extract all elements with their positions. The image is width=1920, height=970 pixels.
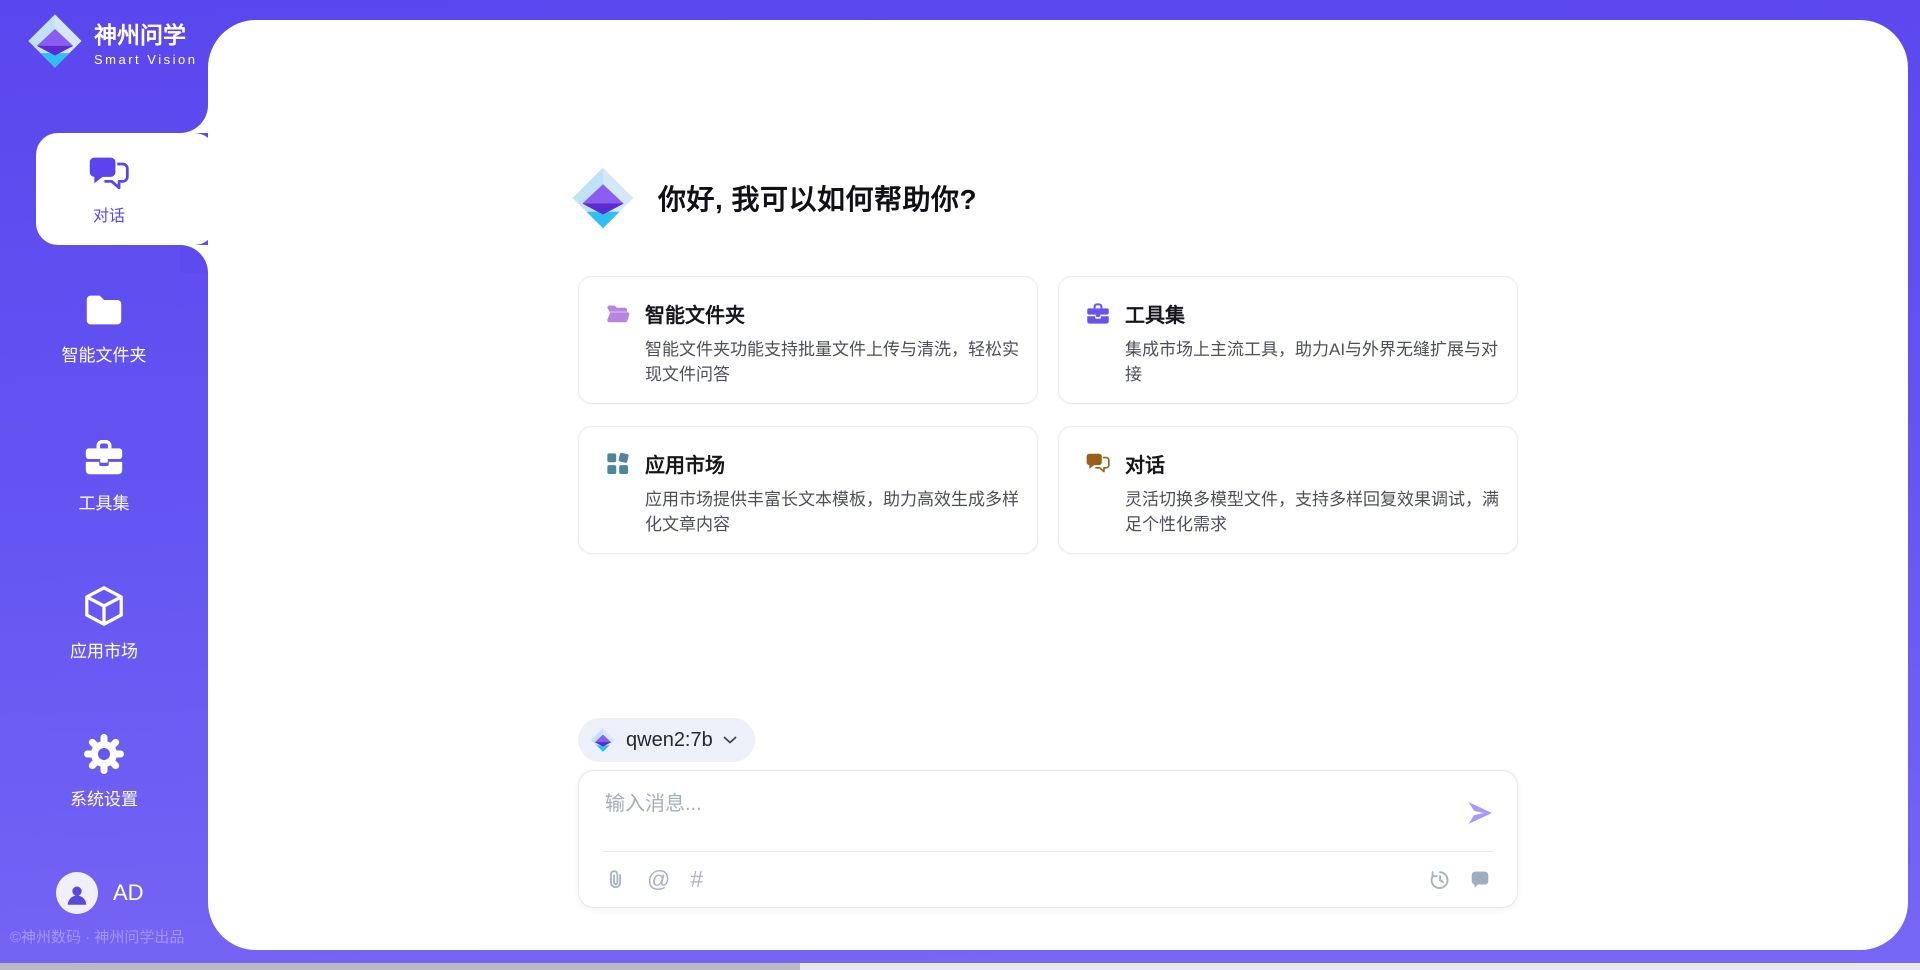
sidebar-item-chat[interactable]: 对话: [36, 133, 216, 245]
card-toolset[interactable]: 工具集 集成市场上主流工具，助力AI与外界无缝扩展与对接: [1058, 276, 1518, 404]
card-smart-folder[interactable]: 智能文件夹 智能文件夹功能支持批量文件上传与清洗，轻松实现文件问答: [578, 276, 1038, 404]
tab-connector-top: [180, 105, 208, 133]
greeting-text: 你好, 我可以如何帮助你?: [658, 178, 977, 218]
card-description: 智能文件夹功能支持批量文件上传与清洗，轻松实现文件问答: [645, 338, 1019, 387]
greeting-row: 你好, 我可以如何帮助你?: [570, 158, 977, 238]
chat-bubble-icon: [1469, 868, 1491, 890]
app-root: { "app": { "brand_name": "神州问学", "brand_…: [0, 0, 1920, 970]
history-icon: [1428, 868, 1451, 891]
card-description: 集成市场上主流工具，助力AI与外界无缝扩展与对接: [1125, 338, 1499, 387]
card-description: 应用市场提供丰富长文本模板，助力高效生成多样化文章内容: [645, 488, 1019, 537]
copyright-text: ©神州数码 · 神州问学出品: [10, 926, 184, 947]
card-title: 智能文件夹: [645, 299, 745, 328]
composer-toolbar: @ #: [605, 864, 1491, 894]
chat-bubbles-icon: [1085, 451, 1111, 477]
gear-icon: [82, 732, 126, 776]
main-panel: 你好, 我可以如何帮助你? 智能文件夹 智能文件夹功能支持批量文件上传与清洗，轻…: [208, 20, 1908, 950]
attachment-button[interactable]: [605, 868, 627, 890]
card-title: 应用市场: [645, 449, 725, 478]
sidebar-item-label: 智能文件夹: [62, 341, 147, 366]
cube-icon: [82, 584, 126, 628]
feedback-button[interactable]: [1469, 868, 1491, 890]
assistant-logo-icon: [570, 165, 636, 231]
sidebar-item-smart-folder[interactable]: 智能文件夹: [0, 288, 208, 366]
sidebar-item-label: 系统设置: [70, 785, 138, 810]
model-name: qwen2:7b: [626, 729, 713, 752]
feature-cards: 智能文件夹 智能文件夹功能支持批量文件上传与清洗，轻松实现文件问答 工具集: [578, 276, 1518, 554]
sidebar-item-app-market[interactable]: 应用市场: [0, 584, 208, 662]
history-button[interactable]: [1428, 868, 1451, 891]
tab-connector-bottom: [180, 245, 208, 273]
avatar: [56, 872, 98, 914]
brand-logo-icon: [26, 12, 84, 70]
mention-button[interactable]: @: [647, 868, 670, 891]
folder-icon: [82, 288, 126, 332]
horizontal-scrollbar[interactable]: [0, 963, 1920, 970]
paperclip-icon: [605, 868, 627, 890]
model-selector[interactable]: qwen2:7b: [578, 718, 755, 762]
sidebar-item-label: 应用市场: [70, 637, 138, 662]
card-title: 对话: [1125, 449, 1165, 478]
sidebar-item-toolset[interactable]: 工具集: [0, 436, 208, 514]
send-button[interactable]: [1465, 799, 1495, 829]
open-folder-icon: [605, 301, 631, 327]
briefcase-icon: [82, 436, 126, 480]
brand: 神州问学 Smart Vision: [26, 12, 197, 70]
briefcase-icon: [1085, 301, 1111, 327]
sidebar-item-label: 工具集: [79, 489, 130, 514]
sidebar-item-label: 对话: [93, 202, 125, 226]
topic-button[interactable]: #: [690, 868, 703, 891]
card-chat[interactable]: 对话 灵活切换多模型文件，支持多样回复效果调试，满足个性化需求: [1058, 426, 1518, 554]
card-app-market[interactable]: 应用市场 应用市场提供丰富长文本模板，助力高效生成多样化文章内容: [578, 426, 1038, 554]
apps-grid-icon: [605, 451, 631, 477]
brand-name: 神州问学: [94, 16, 197, 50]
composer: @ #: [578, 770, 1518, 908]
chevron-down-icon: [723, 736, 737, 744]
brand-subtitle: Smart Vision: [94, 52, 197, 67]
model-logo-icon: [590, 727, 616, 753]
card-description: 灵活切换多模型文件，支持多样回复效果调试，满足个性化需求: [1125, 488, 1499, 537]
composer-divider: [603, 851, 1493, 852]
send-icon: [1466, 800, 1494, 826]
sidebar-item-settings[interactable]: 系统设置: [0, 732, 208, 810]
user-name: AD: [113, 880, 144, 906]
scrollbar-thumb[interactable]: [0, 963, 800, 970]
message-input[interactable]: [605, 787, 1445, 839]
chat-bubbles-icon: [87, 153, 131, 197]
card-title: 工具集: [1125, 299, 1185, 328]
person-icon: [64, 882, 90, 908]
user-profile[interactable]: AD: [56, 872, 144, 914]
